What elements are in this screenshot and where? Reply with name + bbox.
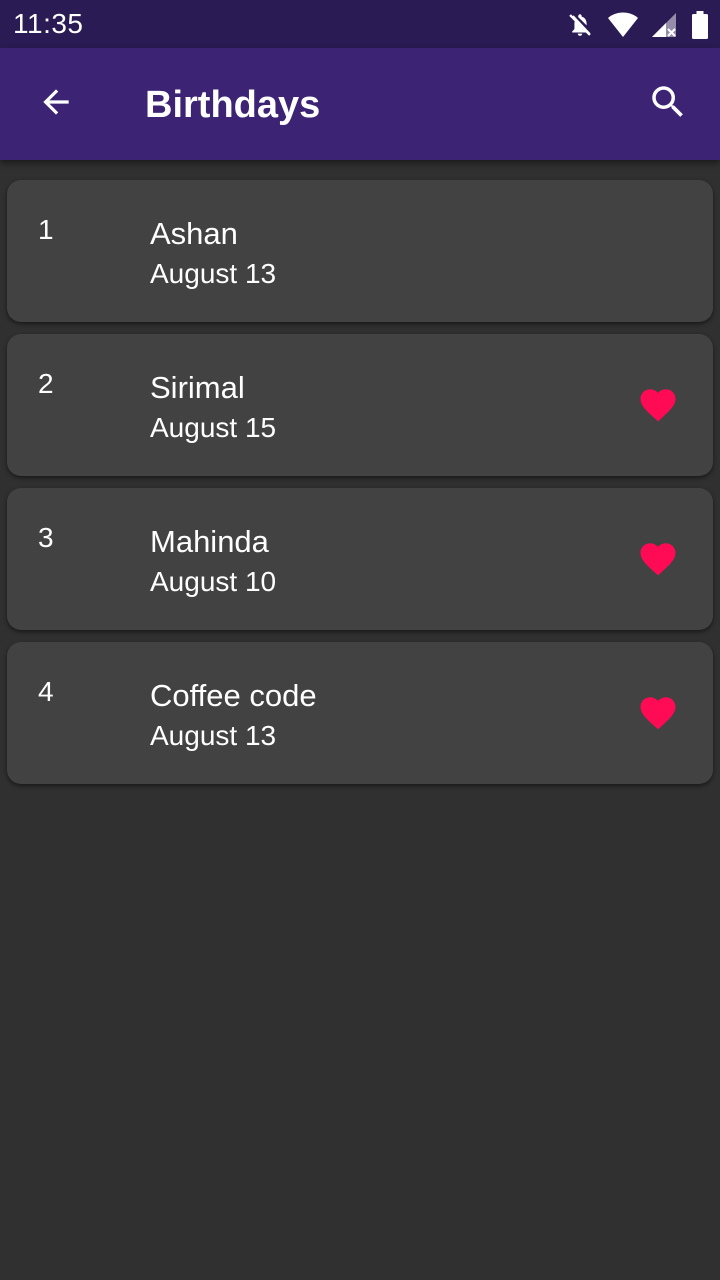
item-date: August 13 [150, 258, 277, 289]
status-icons [566, 10, 708, 40]
list-item[interactable]: 4 Coffee code August 13 [7, 642, 713, 784]
item-index: 1 [38, 214, 54, 245]
item-index: 2 [38, 368, 54, 399]
signal-icon [652, 12, 678, 38]
back-button[interactable] [24, 72, 88, 136]
list-item[interactable]: 3 Mahinda August 10 [7, 488, 713, 630]
item-date: August 13 [150, 720, 277, 751]
item-index: 3 [38, 522, 54, 553]
item-date: August 15 [150, 412, 277, 443]
heart-icon[interactable] [637, 384, 679, 426]
heart-icon[interactable] [637, 538, 679, 580]
page-title: Birthdays [145, 84, 321, 126]
item-date: August 10 [150, 566, 277, 597]
item-name: Coffee code [150, 678, 317, 713]
birthday-list: 1 Ashan August 13 2 Sirimal August 15 3 … [0, 180, 720, 796]
notifications-off-icon [566, 11, 594, 39]
search-button[interactable] [636, 74, 700, 134]
item-name: Mahinda [150, 524, 269, 559]
arrow-back-icon [37, 83, 75, 126]
list-item[interactable]: 2 Sirimal August 15 [7, 334, 713, 476]
app-bar: Birthdays [0, 48, 720, 160]
battery-icon [692, 11, 708, 39]
item-name: Ashan [150, 216, 238, 251]
status-time: 11:35 [13, 8, 84, 39]
search-icon [647, 81, 689, 128]
heart-icon[interactable] [637, 692, 679, 734]
item-index: 4 [38, 676, 54, 707]
wifi-icon [608, 12, 638, 38]
item-name: Sirimal [150, 370, 245, 405]
list-item[interactable]: 1 Ashan August 13 [7, 180, 713, 322]
status-bar: 11:35 [0, 0, 720, 48]
